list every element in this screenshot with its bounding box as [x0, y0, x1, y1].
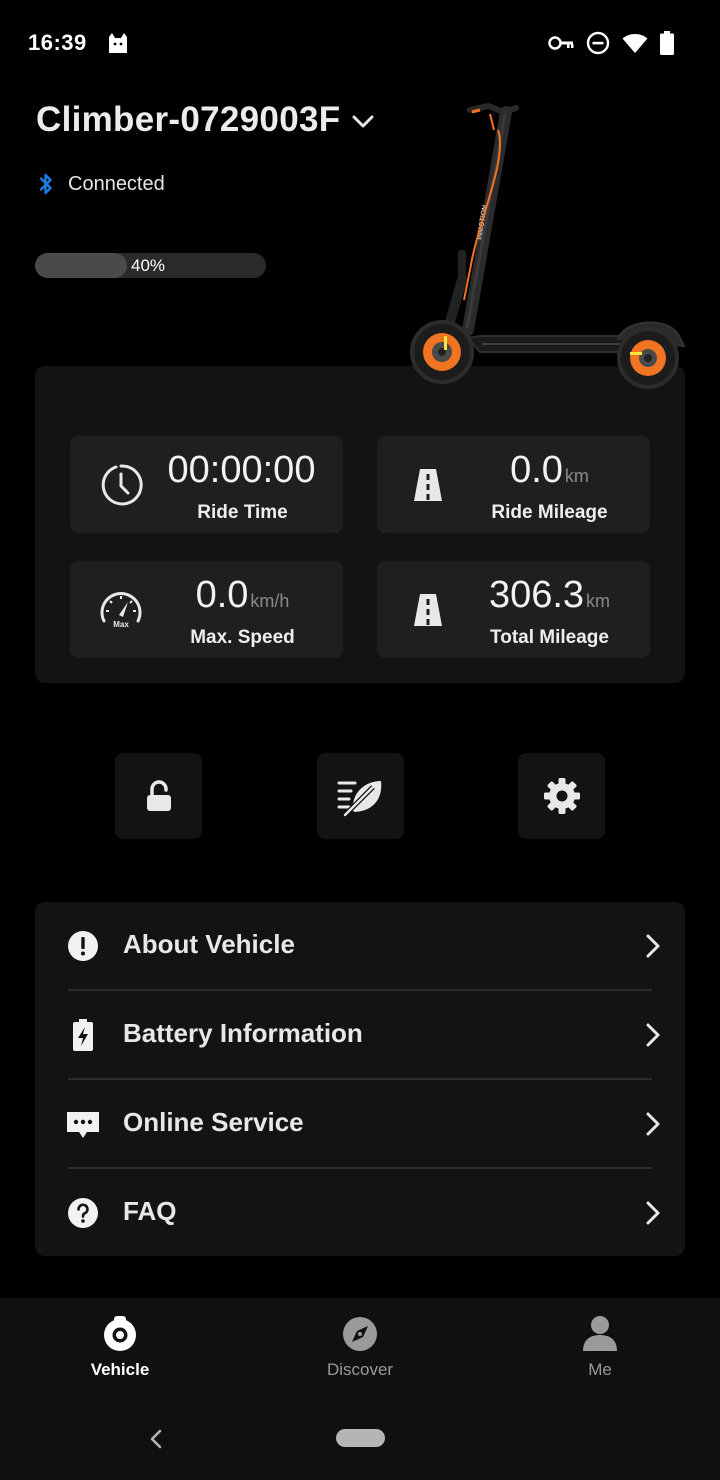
device-name: Climber-0729003F: [36, 100, 341, 139]
menu-item-label: Online Service: [123, 1107, 304, 1137]
cat-icon: [109, 33, 127, 53]
road-icon: [414, 469, 442, 501]
tab-me[interactable]: Me: [530, 1314, 670, 1392]
status-time: 16:39: [28, 30, 87, 55]
ride-mileage-unit: km: [564, 466, 589, 486]
eco-mode-button[interactable]: [317, 753, 404, 839]
system-back-icon[interactable]: [147, 1428, 165, 1450]
question-icon: [68, 1198, 98, 1228]
road-icon: [414, 594, 442, 626]
total-mileage-value: 306.3: [488, 574, 585, 616]
connection-status-text: Connected: [68, 172, 165, 195]
ride-mileage-tile: 0.0 km Ride Mileage: [377, 436, 650, 533]
menu-item-label: About Vehicle: [123, 929, 295, 959]
speedometer-icon-text: Max: [113, 620, 129, 629]
menu-item-faq[interactable]: FAQ: [35, 1169, 685, 1258]
tab-discover[interactable]: Discover: [290, 1314, 430, 1392]
scooter-image: INMOTION: [410, 102, 686, 389]
do-not-disturb-icon: [586, 31, 610, 55]
total-mileage-label: Total Mileage: [490, 627, 609, 648]
clock-icon: [101, 464, 143, 506]
unlock-icon: [146, 780, 171, 811]
status-icons: [548, 30, 674, 56]
max-speed-label: Max. Speed: [190, 627, 295, 648]
battery-level-text: 40%: [131, 256, 166, 275]
unlock-button[interactable]: [115, 753, 202, 839]
total-mileage-tile: 306.3 km Total Mileage: [377, 561, 650, 658]
battery-icon: [660, 31, 674, 55]
battery-charging-icon: [73, 1019, 93, 1051]
chat-icon: [67, 1112, 99, 1138]
system-home-pill[interactable]: [336, 1429, 385, 1447]
ride-stats-card: 00:00:00 Ride Time 0.0 km Ride Mileage M…: [35, 366, 685, 683]
menu-item-about-vehicle[interactable]: About Vehicle: [35, 902, 685, 991]
max-speed-value: 0.0: [195, 574, 249, 616]
total-mileage-unit: km: [586, 591, 611, 611]
ride-mileage-value: 0.0: [510, 449, 563, 491]
chevron-right-icon: [646, 1112, 660, 1136]
gear-icon: [543, 778, 580, 814]
bottom-navigation: Vehicle Discover Me: [0, 1298, 720, 1480]
settings-button[interactable]: [518, 753, 605, 839]
person-icon: [583, 1316, 617, 1351]
ride-time-tile: 00:00:00 Ride Time: [70, 436, 343, 533]
info-icon: [68, 931, 98, 961]
chevron-down-icon: [352, 115, 374, 128]
ride-time-value: 00:00:00: [167, 449, 316, 491]
wifi-icon: [622, 34, 648, 53]
key-icon: [548, 36, 574, 50]
tab-label: Vehicle: [90, 1360, 150, 1379]
ride-mileage-label: Ride Mileage: [491, 502, 608, 523]
ride-time-label: Ride Time: [197, 502, 288, 523]
connection-status: Connected: [38, 172, 165, 196]
status-bar: 16:39: [0, 0, 720, 86]
menu-item-label: FAQ: [123, 1196, 177, 1226]
chevron-right-icon: [646, 1201, 660, 1225]
vehicle-screen: 16:39 Climber-0729003F Connected 40% INM…: [0, 0, 720, 1480]
tab-vehicle[interactable]: Vehicle: [50, 1314, 190, 1392]
tab-label: Discover: [326, 1360, 394, 1379]
max-speed-tile: Max 0.0 km/h Max. Speed: [70, 561, 343, 658]
speedometer-icon: Max: [100, 592, 142, 629]
menu-item-label: Battery Information: [123, 1018, 363, 1048]
vehicle-icon: [104, 1316, 136, 1351]
speed-leaf-icon: [337, 781, 381, 817]
max-speed-unit: km/h: [250, 591, 290, 611]
vehicle-menu: About Vehicle Battery Information Online…: [35, 902, 685, 1256]
battery-level-bar: 40%: [35, 253, 266, 278]
compass-icon: [343, 1317, 377, 1351]
chevron-right-icon: [646, 934, 660, 958]
chevron-right-icon: [646, 1023, 660, 1047]
tab-label: Me: [588, 1360, 612, 1379]
menu-item-battery-information[interactable]: Battery Information: [35, 991, 685, 1080]
bluetooth-icon: [39, 173, 52, 195]
device-selector[interactable]: Climber-0729003F: [36, 100, 374, 140]
menu-item-online-service[interactable]: Online Service: [35, 1080, 685, 1169]
